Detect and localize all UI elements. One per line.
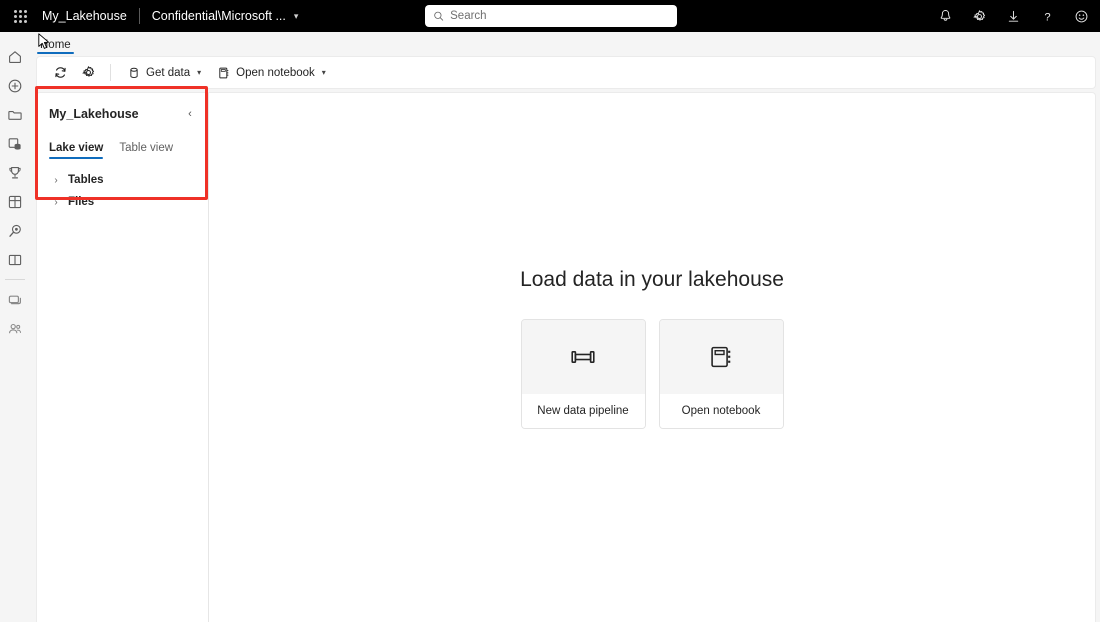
people-icon — [9, 323, 21, 333]
sidebar-item-contacts[interactable] — [1, 314, 29, 343]
chevron-down-icon: ▾ — [293, 10, 299, 21]
title-separator — [138, 8, 140, 24]
chevron-right-icon[interactable]: › — [51, 197, 61, 208]
content-canvas: Home Get data ▾ Open notebook ▾ My_Lakeh… — [30, 32, 1100, 622]
refresh-icon — [54, 67, 66, 78]
card-open-notebook-label: Open notebook — [659, 394, 783, 428]
tab-home[interactable]: Home — [30, 32, 81, 54]
card-open-notebook[interactable]: Open notebook — [658, 319, 784, 429]
download-icon[interactable] — [1004, 7, 1022, 25]
sidebar-item-learn[interactable] — [1, 245, 29, 274]
notebook-icon — [219, 67, 229, 78]
explorer-header: My_Lakehouse ‹ — [37, 103, 208, 125]
tab-table-view[interactable]: Table view — [119, 142, 173, 159]
monitor-icon — [8, 295, 21, 304]
explorer-title: My_Lakehouse — [49, 107, 139, 121]
command-divider — [110, 64, 111, 81]
sidebar-item-onelake[interactable] — [1, 129, 29, 158]
deployment-pipeline-icon — [9, 224, 21, 237]
notifications-icon[interactable] — [936, 7, 954, 25]
tenant-label: Confidential\Microsoft ... — [151, 9, 286, 23]
chevron-down-icon: ▾ — [197, 68, 202, 77]
get-data-button[interactable]: Get data ▾ — [120, 60, 208, 85]
explorer-tree: › Tables › Files — [37, 169, 208, 213]
tab-table-view-label: Table view — [119, 142, 174, 154]
onelake-data-icon — [8, 137, 21, 150]
settings-icon[interactable] — [970, 7, 988, 25]
explorer-view-tabs: Lake view Table view — [37, 137, 208, 159]
left-nav-rail — [0, 32, 30, 595]
search-box[interactable] — [425, 5, 677, 27]
plus-circle-icon — [8, 79, 22, 92]
top-bar: My_Lakehouse Confidential\Microsoft ... … — [0, 0, 1100, 32]
pipeline-icon — [571, 351, 595, 363]
card-icon-area — [521, 320, 645, 394]
notebook-icon — [711, 346, 731, 368]
tree-node-files[interactable]: › Files — [37, 191, 208, 213]
empty-state-cards: New data pipeline Open notebook — [520, 319, 784, 429]
sidebar-item-workspaces[interactable] — [1, 187, 29, 216]
sidebar-item-deployment-pipelines[interactable] — [1, 216, 29, 245]
card-new-data-pipeline-label: New data pipeline — [521, 394, 645, 428]
open-notebook-label: Open notebook — [236, 66, 315, 79]
gear-icon — [82, 66, 94, 77]
command-bar: Get data ▾ Open notebook ▾ — [36, 56, 1096, 89]
sidebar-item-monitoring-hub[interactable] — [1, 285, 29, 314]
tab-lake-view-label: Lake view — [49, 142, 104, 154]
svg-text:?: ? — [1044, 11, 1050, 23]
lakehouse-settings-button[interactable] — [75, 60, 101, 85]
empty-state-title: Load data in your lakehouse — [520, 268, 784, 291]
tenant-selector[interactable]: Confidential\Microsoft ... ▾ — [152, 9, 299, 23]
collapse-panel-button[interactable]: ‹ — [182, 106, 198, 122]
chevron-right-icon[interactable]: › — [51, 175, 61, 186]
tab-strip: Home — [30, 32, 1100, 54]
search-icon — [434, 11, 444, 21]
help-icon[interactable]: ? — [1038, 7, 1056, 25]
feedback-icon[interactable] — [1072, 7, 1090, 25]
card-icon-area — [659, 320, 783, 394]
book-icon — [8, 254, 22, 265]
app-title: My_Lakehouse — [42, 9, 127, 23]
sidebar-item-browse[interactable] — [1, 100, 29, 129]
search-input[interactable] — [450, 10, 669, 22]
workspace-body: My_Lakehouse ‹ Lake view Table view › Ta… — [36, 92, 1096, 622]
sidebar-item-home[interactable] — [1, 42, 29, 71]
open-notebook-button[interactable]: Open notebook ▾ — [210, 60, 333, 85]
rail-divider — [5, 279, 25, 280]
home-icon — [9, 50, 21, 63]
tab-home-label: Home — [40, 39, 71, 51]
chevron-down-icon: ▾ — [321, 68, 326, 77]
trophy-icon — [9, 166, 21, 178]
lakehouse-explorer-panel: My_Lakehouse ‹ Lake view Table view › Ta… — [37, 93, 209, 622]
top-bar-actions: ? — [936, 0, 1090, 32]
database-icon — [130, 67, 138, 78]
card-new-data-pipeline[interactable]: New data pipeline — [520, 319, 646, 429]
refresh-button[interactable] — [47, 60, 73, 85]
lakehouse-main-panel: Load data in your lakehouse New data pip… — [209, 93, 1095, 622]
get-data-label: Get data — [146, 66, 191, 79]
tree-node-tables[interactable]: › Tables — [37, 169, 208, 191]
tab-lake-view[interactable]: Lake view — [49, 142, 104, 159]
folder-icon — [8, 110, 22, 120]
tree-node-files-label: Files — [68, 196, 95, 208]
sidebar-item-metrics[interactable] — [1, 158, 29, 187]
workspaces-grid-icon — [8, 195, 22, 208]
tree-node-tables-label: Tables — [68, 174, 104, 186]
app-launcher-icon[interactable] — [6, 9, 34, 23]
sidebar-item-create[interactable] — [1, 71, 29, 100]
